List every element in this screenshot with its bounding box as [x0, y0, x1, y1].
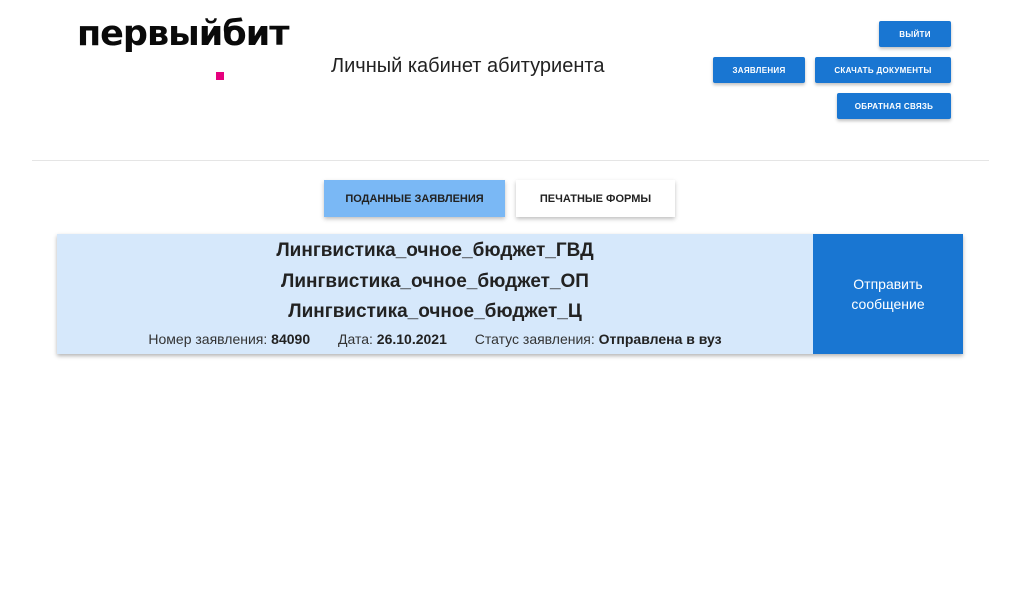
application-status-value: Отправлена в вуз: [598, 331, 722, 347]
logo-accent-square: [216, 72, 225, 80]
logo-word-second: бит: [222, 14, 289, 54]
application-meta: Номер заявления: 84090 Дата: 26.10.2021 …: [57, 331, 813, 347]
feedback-button[interactable]: Обратная связь: [837, 93, 951, 119]
application-date-label: Дата:: [338, 331, 373, 347]
application-status: Статус заявления: Отправлена в вуз: [475, 331, 722, 347]
header-divider: [32, 160, 989, 161]
application-status-label: Статус заявления:: [474, 331, 595, 347]
tab-print-forms[interactable]: Печатные формы: [516, 180, 675, 217]
application-number-label: Номер заявления:: [148, 331, 268, 347]
program-name: Лингвистика_очное_бюджет_ГВД: [276, 240, 594, 261]
program-name: Лингвистика_очное_бюджет_Ц: [288, 301, 582, 322]
page-title: Личный кабинет абитуриента: [331, 55, 605, 77]
application-date-value: 26.10.2021: [376, 331, 447, 347]
send-message-button[interactable]: Отправить сообщение: [813, 234, 963, 354]
application-date: Дата: 26.10.2021: [338, 331, 447, 347]
download-documents-button[interactable]: Скачать документы: [815, 57, 951, 83]
send-message-label: Отправить сообщение: [851, 276, 925, 312]
logo-word-first: первый: [77, 14, 223, 54]
logout-button[interactable]: Выйти: [879, 21, 951, 47]
application-number-value: 84090: [271, 331, 311, 347]
program-name: Лингвистика_очное_бюджет_ОП: [281, 271, 589, 292]
brand-logo: первый бит: [77, 14, 290, 80]
applications-button[interactable]: Заявления: [713, 57, 805, 83]
application-card-body: Лингвистика_очное_бюджет_ГВД Лингвистика…: [57, 234, 813, 354]
application-card: Лингвистика_очное_бюджет_ГВД Лингвистика…: [57, 234, 963, 354]
tab-submitted-applications[interactable]: Поданные заявления: [324, 180, 505, 217]
application-number: Номер заявления: 84090: [148, 331, 310, 347]
